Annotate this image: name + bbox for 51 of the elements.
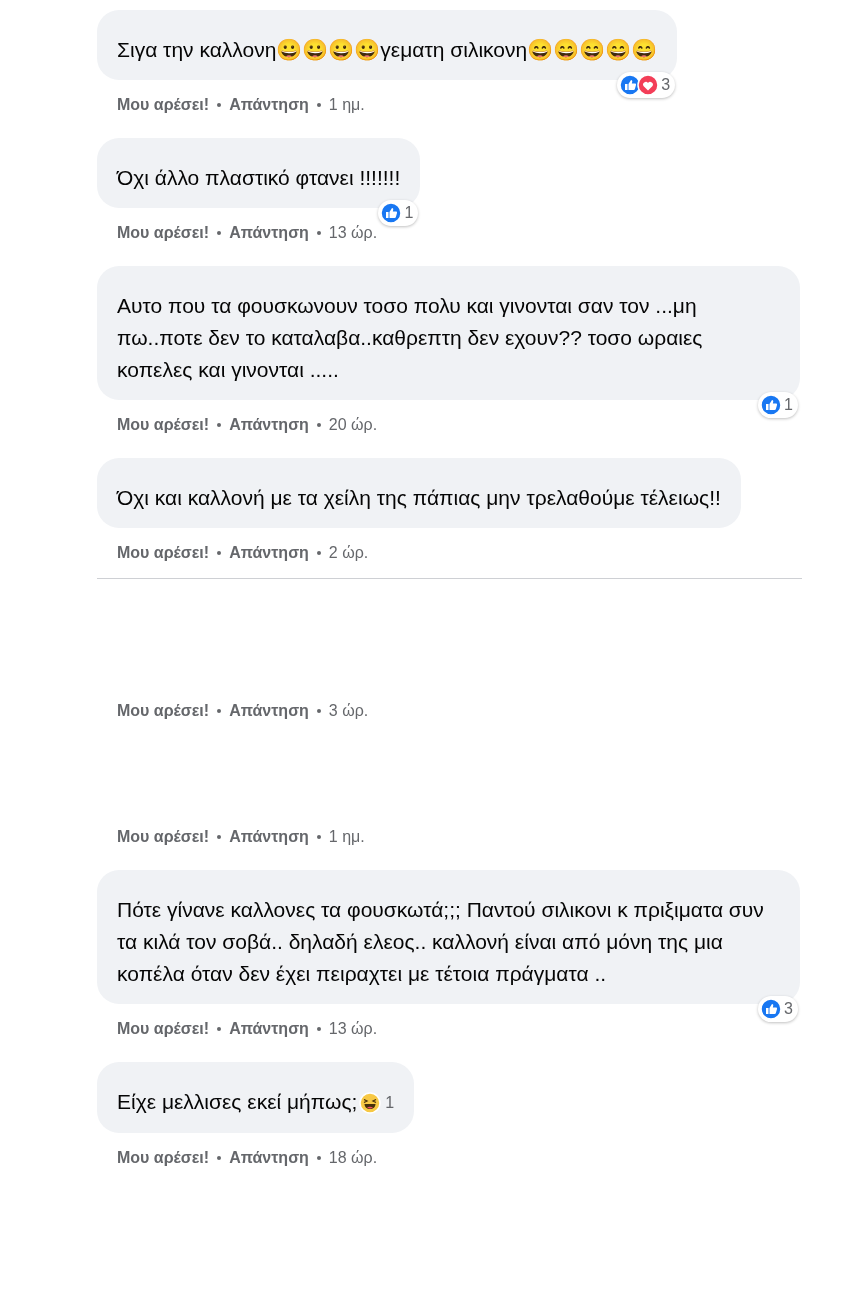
separator-dot [217,1027,222,1031]
separator-dot [217,1156,222,1161]
reaction-count[interactable]: 1 [359,1087,395,1120]
comment-time[interactable]: 20 ώρ. [328,416,378,434]
separator-dot [217,103,222,107]
reply-link[interactable]: Απάντηση [229,702,309,720]
reply-link[interactable]: Απάντηση [229,1149,309,1168]
like-link[interactable]: Μου αρέσει! [117,1020,210,1038]
like-link[interactable]: Μου αρέσει! [117,224,210,242]
separator-dot [316,551,321,555]
separator-dot [316,709,321,713]
reply-link[interactable]: Απάντηση [229,828,309,846]
reply-link[interactable]: Απάντηση [229,1020,309,1038]
separator-dot [217,231,222,235]
separator-dot [217,551,222,555]
like-link[interactable]: Μου αρέσει! [117,416,210,434]
reaction-count[interactable]: 1 [758,392,798,418]
reply-link[interactable]: Απάντηση [229,96,309,114]
comment-text: Όχι και καλλονή με τα χείλη της πάπιας μην τρελαθούμε τέλειως!! [117,486,721,509]
separator-dot [316,1156,321,1161]
separator-dot [316,103,321,107]
separator-dot [316,835,321,839]
comment-text: Είχε μελλισες εκεί μήπως; [117,1090,358,1113]
comment-time[interactable]: 3 ώρ. [328,702,369,720]
reaction-count[interactable]: 3 [758,996,798,1022]
like-link[interactable]: Μου αρέσει! [117,1149,210,1168]
separator-dot [217,835,222,839]
reaction-count[interactable]: 3 [617,72,676,98]
separator-dot [316,423,321,427]
comment-time[interactable]: 2 ώρ. [328,544,369,562]
separator-dot [217,423,222,427]
separator-dot [217,709,222,713]
comment-text: Αυτο που τα φουσκωνουν τοσο πολυ και γινονται σαν τον ...μη πω..ποτε δεν το καταλαβα..καθρεπτη δεν εχουν?? τοσο ωραιες κοπελες και γινονται ..... [117,294,703,381]
like-link[interactable]: Μου αρέσει! [117,828,210,846]
separator-dot [316,231,321,235]
comment-text: Σιγα την καλλονη😀😀😀😀γεματη σιλικονη😄😄😄😄😄 [117,38,658,61]
comment-time[interactable]: 13 ώρ. [328,1020,378,1038]
reply-link[interactable]: Απάντηση [229,416,309,434]
like-link[interactable]: Μου αρέσει! [117,702,210,720]
comment-text: Όχι άλλο πλαστικό φτανει !!!!!!! [117,166,401,189]
like-link[interactable]: Μου αρέσει! [117,96,210,114]
comment-time[interactable]: 1 ημ. [328,828,365,846]
reply-link[interactable]: Απάντηση [229,544,309,562]
like-link[interactable]: Μου αρέσει! [117,544,210,562]
comment-text: Πότε γίνανε καλλονες τα φουσκωτά;;; Παντού σιλικονι κ πριξιματα συν τα κιλά τον σοβά.. δηλαδή ελεος.. καλλονή είναι από μόνη της μια κοπέλα όταν δεν έχει πειραχτει με τέτοια πράγματα .. [117,898,764,985]
reply-link[interactable]: Απάντηση [229,224,309,242]
separator-dot [316,1027,321,1031]
reaction-count[interactable]: 1 [378,200,419,226]
comment-time[interactable]: 1 ημ. [328,96,365,114]
comment-time[interactable]: 18 ώρ. [328,1149,378,1168]
comment-time[interactable]: 13 ώρ. [328,224,378,242]
